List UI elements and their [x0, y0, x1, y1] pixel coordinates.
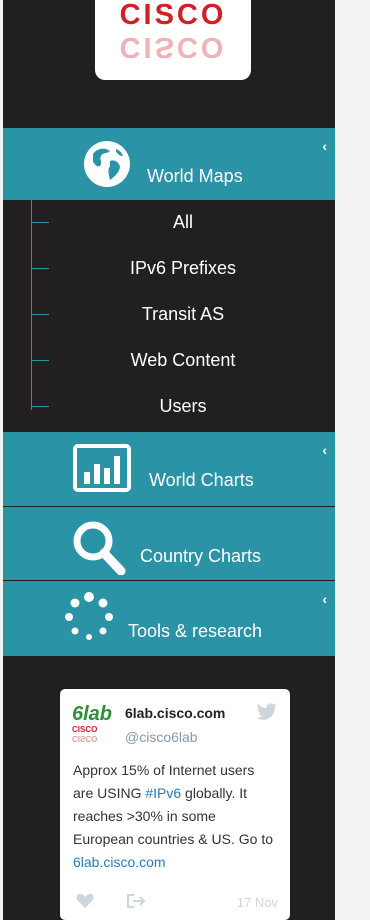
tweet-date[interactable]: 17 Nov	[237, 895, 278, 910]
tools-research-label: Tools & research	[128, 621, 263, 641]
logo-text: CISCO	[119, 0, 227, 31]
submenu-item-transit-as[interactable]: Transit AS	[3, 292, 335, 338]
submenu-item-web-content[interactable]: Web Content	[3, 338, 335, 384]
nav-country-charts[interactable]: Country Charts	[3, 507, 335, 580]
tweet-author-handle[interactable]: @cisco6lab	[125, 729, 198, 745]
chevron-left-icon[interactable]: ‹	[322, 591, 327, 607]
submenu-item-label: All	[172, 212, 193, 232]
tweet-author-name[interactable]: 6lab.cisco.com	[125, 705, 225, 721]
submenu-item-label: Users	[159, 396, 207, 416]
cisco-logo[interactable]: CISCO CISCO	[95, 0, 251, 80]
tweet-text: Approx 15% of Internet users are USING #…	[73, 762, 273, 870]
search-icon	[71, 519, 127, 580]
share-icon[interactable]	[126, 893, 146, 914]
chevron-left-icon[interactable]: ‹	[322, 138, 327, 154]
submenu-item-label: IPv6 Prefixes	[129, 258, 237, 278]
globe-icon	[83, 140, 131, 193]
tweet-card[interactable]: 6lab CISCO CISCO 6lab.cisco.com @cisco6l…	[60, 689, 290, 920]
hashtag-link[interactable]: #IPv6	[145, 785, 181, 801]
content-area	[335, 0, 370, 920]
submenu-item-label: Web Content	[130, 350, 236, 370]
logo-reflection: CISCO	[119, 31, 227, 63]
nav-world-charts[interactable]: World Charts ‹	[3, 432, 335, 506]
nav-tools-research[interactable]: Tools & research ‹	[3, 581, 335, 656]
submenu-item-ipv6-prefixes[interactable]: IPv6 Prefixes	[3, 246, 335, 292]
world-maps-submenu: All IPv6 Prefixes Transit AS Web Content…	[3, 200, 335, 432]
bar-chart-icon	[73, 444, 131, 497]
spinner-icon	[63, 591, 115, 648]
country-charts-label: Country Charts	[140, 546, 262, 566]
twitter-bird-icon[interactable]	[256, 703, 278, 726]
submenu-item-label: Transit AS	[141, 304, 225, 324]
tweet-url-link[interactable]: 6lab.cisco.com	[73, 854, 166, 870]
sidebar: CISCO CISCO World Maps ‹ All IPv6 Prefix…	[3, 0, 335, 920]
world-charts-label: World Charts	[149, 470, 254, 490]
submenu-item-all[interactable]: All	[3, 200, 335, 246]
6lab-logo: 6lab CISCO CISCO	[72, 703, 113, 743]
nav-world-maps[interactable]: World Maps ‹	[3, 128, 335, 200]
submenu-item-users[interactable]: Users	[3, 384, 335, 430]
chevron-left-icon[interactable]: ‹	[322, 442, 327, 458]
heart-icon[interactable]	[76, 893, 94, 914]
world-maps-label: World Maps	[147, 166, 243, 186]
